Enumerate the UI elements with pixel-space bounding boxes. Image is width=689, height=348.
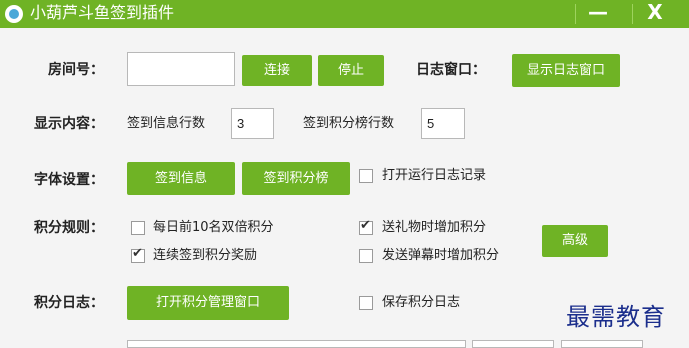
signin-info-font-button[interactable]: 签到信息 xyxy=(127,162,235,195)
room-number-label: 房间号： xyxy=(48,62,104,78)
signin-rows-label: 签到信息行数 xyxy=(127,116,206,131)
streak-reward-label: 连续签到积分奖励 xyxy=(153,248,258,263)
title-bar: 小葫芦斗鱼签到插件 — X xyxy=(0,0,689,28)
font-settings-label: 字体设置： xyxy=(34,172,104,188)
open-points-manager-button[interactable]: 打开积分管理窗口 xyxy=(127,286,289,320)
watermark-text: 最需教育 xyxy=(566,303,666,331)
signin-rows-input[interactable] xyxy=(231,108,274,139)
gift-bonus-label: 送礼物时增加积分 xyxy=(382,220,487,235)
partial-input-field[interactable] xyxy=(127,340,466,348)
danmaku-bonus-checkbox[interactable] xyxy=(359,249,373,263)
scoring-rules-label: 积分规则： xyxy=(34,220,104,236)
rank-rows-label: 签到积分榜行数 xyxy=(303,116,395,131)
save-points-log-label: 保存积分日志 xyxy=(382,295,461,310)
connect-button[interactable]: 连接 xyxy=(242,55,312,86)
stop-button[interactable]: 停止 xyxy=(318,55,384,86)
close-button[interactable]: X xyxy=(633,0,677,28)
daily-top10-checkbox[interactable] xyxy=(131,221,145,235)
window-title: 小葫芦斗鱼签到插件 xyxy=(30,3,175,22)
danmaku-bonus-label: 发送弹幕时增加积分 xyxy=(382,248,500,263)
rank-rows-input[interactable] xyxy=(421,108,465,139)
show-log-window-button[interactable]: 显示日志窗口 xyxy=(512,54,620,87)
run-log-checkbox[interactable] xyxy=(359,169,373,183)
partial-button[interactable] xyxy=(472,340,554,348)
display-content-label: 显示内容： xyxy=(34,116,104,132)
advanced-button[interactable]: 高级 xyxy=(542,225,608,257)
signin-rank-font-button[interactable]: 签到积分榜 xyxy=(242,162,350,195)
gift-bonus-checkbox[interactable] xyxy=(359,218,373,235)
save-points-log-checkbox[interactable] xyxy=(359,296,373,310)
partial-button[interactable] xyxy=(561,340,643,348)
points-log-label: 积分日志： xyxy=(34,295,104,311)
run-log-label: 打开运行日志记录 xyxy=(382,168,487,183)
app-logo-icon xyxy=(5,5,23,23)
daily-top10-label: 每日前10名双倍积分 xyxy=(153,220,274,235)
minimize-button[interactable]: — xyxy=(576,0,620,28)
streak-reward-checkbox[interactable] xyxy=(131,246,145,263)
log-window-label: 日志窗口： xyxy=(416,62,486,78)
room-number-input[interactable] xyxy=(127,52,235,86)
